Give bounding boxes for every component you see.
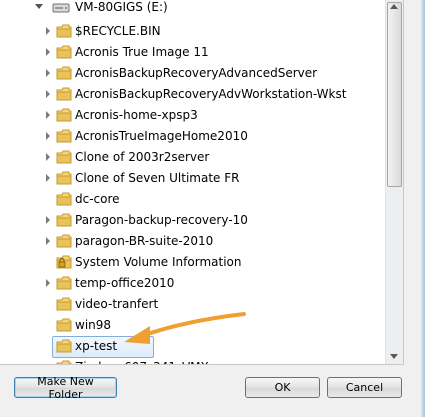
tree-item-label: paragon-BR-suite-2010 — [75, 234, 214, 248]
locked-folder-icon — [56, 255, 72, 269]
folder-icon — [56, 297, 72, 311]
tree-item-drive[interactable]: VM-80GIGS (E:) — [0, 0, 403, 21]
tree-item[interactable]: AcronisBackupRecoveryAdvancedServer — [0, 63, 403, 84]
folder-icon — [56, 108, 72, 122]
tree-item-label: temp-office2010 — [75, 276, 175, 290]
folder-icon — [56, 24, 72, 38]
chevron-right-icon[interactable] — [46, 69, 50, 77]
tree-item-label: AcronisBackupRecoveryAdvWorkstation-Wkst — [75, 87, 347, 101]
folder-icon — [56, 87, 72, 101]
tree-item[interactable]: Acronis True Image 11 — [0, 42, 403, 63]
tree-item[interactable]: Clone of Seven Ultimate FR — [0, 168, 403, 189]
folder-icon — [56, 213, 72, 227]
annotation-arrow-icon — [124, 312, 246, 344]
tree-item-label: System Volume Information — [75, 255, 242, 269]
window-frame-edge — [421, 0, 425, 417]
tree-item[interactable]: $RECYCLE.BIN — [0, 21, 403, 42]
chevron-right-icon[interactable] — [46, 111, 50, 119]
tree-item[interactable]: Zimbra_607_341_VMX — [0, 357, 403, 364]
tree-item-label: AcronisBackupRecoveryAdvancedServer — [75, 66, 318, 80]
drive-icon — [52, 3, 70, 13]
scrollbar-thumb[interactable] — [387, 2, 402, 187]
tree-item[interactable]: System Volume Information — [0, 252, 403, 273]
tree-item[interactable]: temp-office2010 — [0, 273, 403, 294]
chevron-right-icon[interactable] — [46, 90, 50, 98]
folder-icon — [56, 150, 72, 164]
ok-button[interactable]: OK — [245, 377, 320, 398]
scroll-down-icon[interactable] — [390, 354, 398, 359]
folder-icon — [56, 276, 72, 290]
tree-item-label: win98 — [75, 318, 112, 332]
drive-label: VM-80GIGS (E:) — [75, 0, 168, 14]
folder-icon — [56, 171, 72, 185]
tree-item-label: Acronis True Image 11 — [75, 45, 209, 59]
tree-item-label: Paragon-backup-recovery-10 — [75, 213, 248, 227]
tree-item[interactable]: Acronis-home-xpsp3 — [0, 105, 403, 126]
tree-item[interactable]: AcronisBackupRecoveryAdvWorkstation-Wkst — [0, 84, 403, 105]
chevron-right-icon[interactable] — [46, 132, 50, 140]
chevron-right-icon[interactable] — [46, 27, 50, 35]
folder-icon — [56, 318, 72, 332]
tree-item[interactable]: Paragon-backup-recovery-10 — [0, 210, 403, 231]
tree-item-label: $RECYCLE.BIN — [75, 24, 161, 38]
chevron-right-icon[interactable] — [46, 237, 50, 245]
chevron-right-icon[interactable] — [46, 216, 50, 224]
folder-icon — [56, 66, 72, 80]
scroll-up-icon[interactable] — [390, 4, 398, 9]
tree-item-label: AcronisTrueImageHome2010 — [75, 129, 248, 143]
folder-icon — [56, 234, 72, 248]
tree-item[interactable]: dc-core — [0, 189, 403, 210]
tree-item-label: xp-test — [75, 339, 118, 353]
chevron-right-icon[interactable] — [46, 153, 50, 161]
folder-icon — [56, 360, 72, 364]
chevron-right-icon[interactable] — [46, 279, 50, 287]
folder-tree[interactable]: VM-80GIGS (E:) $RECYCLE.BIN Acronis True … — [0, 0, 404, 365]
tree-item-label: Clone of 2003r2server — [75, 150, 210, 164]
folder-icon — [56, 339, 72, 353]
folder-icon — [56, 192, 72, 206]
tree-item[interactable]: paragon-BR-suite-2010 — [0, 231, 403, 252]
chevron-down-icon[interactable] — [35, 4, 43, 9]
tree-item-label: Acronis-home-xpsp3 — [75, 108, 198, 122]
chevron-right-icon[interactable] — [46, 174, 50, 182]
folder-icon — [56, 129, 72, 143]
tree-item[interactable]: Clone of 2003r2server — [0, 147, 403, 168]
tree-item[interactable]: AcronisTrueImageHome2010 — [0, 126, 403, 147]
tree-item-label: Zimbra_607_341_VMX — [75, 360, 209, 364]
cancel-button[interactable]: Cancel — [327, 377, 402, 398]
make-new-folder-button[interactable]: Make New Folder — [14, 375, 117, 401]
folder-icon — [56, 45, 72, 59]
tree-item-label: Clone of Seven Ultimate FR — [75, 171, 240, 185]
chevron-right-icon[interactable] — [46, 48, 50, 56]
tree-item-label: dc-core — [75, 192, 120, 206]
